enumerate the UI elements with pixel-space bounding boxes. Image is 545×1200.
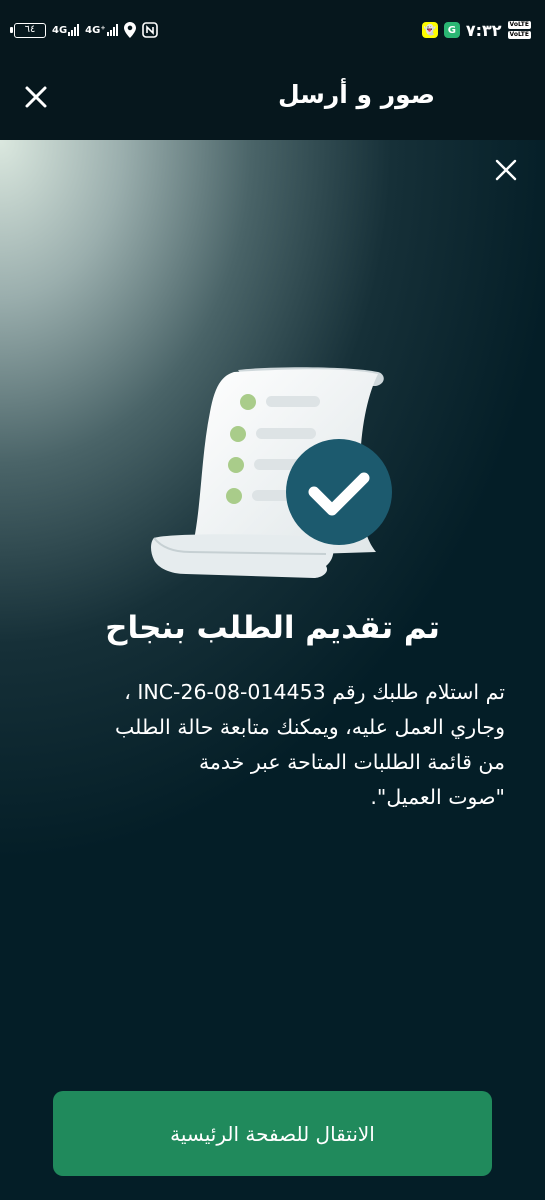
signal-icon: 4G⁺: [85, 24, 118, 36]
network-type-1: 4G: [52, 25, 68, 36]
nfc-icon: [141, 22, 158, 38]
success-panel: تم تقديم الطلب بنجاح تم استلام طلبك رقم …: [0, 140, 545, 1200]
success-message: تم استلام طلبك رقم INC-26-08-014453 ، وج…: [40, 675, 505, 815]
status-left: ٦٤ 4G 4G⁺: [10, 18, 158, 42]
snapchat-icon: 👻: [421, 22, 438, 38]
page-title: صور و أرسل: [277, 80, 435, 109]
battery-level: ٦٤: [24, 24, 36, 35]
close-icon[interactable]: [20, 81, 52, 113]
network-type-2: 4G⁺: [85, 25, 106, 36]
app-bar: صور و أرسل: [0, 58, 545, 140]
status-right: 👻 G ٧:٣٢ VoLTE VoLTE: [421, 18, 531, 42]
status-bar: ٦٤ 4G 4G⁺ 👻 G ٧:٣٢ VoLTE VoLTE: [0, 0, 545, 58]
location-icon: [123, 22, 136, 38]
go-home-button[interactable]: الانتقال للصفحة الرئيسية: [53, 1091, 492, 1176]
message-line: وجاري العمل عليه، ويمكنك متابعة حالة الط…: [115, 715, 505, 739]
close-icon[interactable]: [494, 158, 518, 182]
message-line: من قائمة الطلبات المتاحة عبر خدمة: [198, 750, 505, 774]
volte-indicator: VoLTE VoLTE: [507, 21, 531, 39]
message-line: "صوت العميل".: [370, 785, 505, 809]
document-check-illustration: [151, 367, 392, 578]
volte-1: VoLTE: [507, 21, 531, 29]
app-icon: G: [443, 22, 460, 38]
success-title: تم تقديم الطلب بنجاح: [105, 610, 440, 646]
battery-icon: ٦٤: [10, 22, 46, 38]
clock: ٧:٣٢: [465, 20, 502, 40]
signal-icon: 4G: [52, 24, 80, 36]
volte-2: VoLTE: [507, 31, 531, 39]
message-line: تم استلام طلبك رقم INC-26-08-014453 ،: [124, 680, 505, 704]
